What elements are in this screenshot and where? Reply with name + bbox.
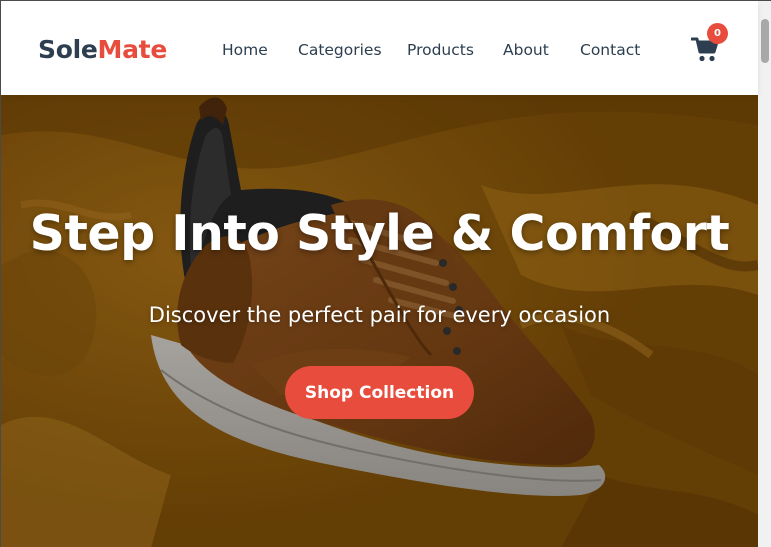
- page-scrollbar[interactable]: [758, 1, 771, 547]
- cart-count-badge: 0: [707, 23, 728, 44]
- logo[interactable]: SoleMate: [38, 35, 167, 65]
- nav-home[interactable]: Home: [222, 39, 268, 61]
- logo-part-sole: Sole: [38, 35, 98, 64]
- nav-products[interactable]: Products: [407, 39, 474, 61]
- shop-collection-button[interactable]: Shop Collection: [285, 366, 474, 419]
- logo-part-mate: Mate: [97, 35, 168, 64]
- hero-section: Step Into Style & Comfort Discover the p…: [1, 95, 758, 547]
- site-header: SoleMate Home Categories Products About …: [1, 1, 758, 95]
- page: SoleMate Home Categories Products About …: [0, 0, 771, 547]
- scrollbar-thumb[interactable]: [761, 19, 769, 63]
- hero-subtitle: Discover the perfect pair for every occa…: [148, 303, 611, 327]
- nav-contact[interactable]: Contact: [580, 39, 640, 61]
- nav-categories[interactable]: Categories: [298, 39, 382, 61]
- hero-title: Step Into Style & Comfort: [29, 205, 730, 262]
- nav-about[interactable]: About: [503, 39, 549, 61]
- cart-button[interactable]: 0: [691, 23, 728, 65]
